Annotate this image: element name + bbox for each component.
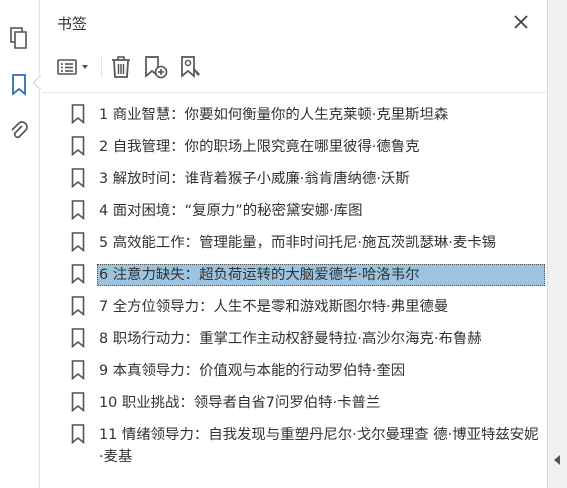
bookmark-icon — [71, 392, 85, 412]
bookmark-item[interactable]: 6 注意力缺失：超负荷运转的大脑爱德华·哈洛韦尔 — [71, 260, 547, 292]
bookmark-item[interactable]: 11 情绪领导力：自我发现与重塑丹尼尔·戈尔曼理查 德·博亚特兹安妮·麦基 — [71, 420, 547, 468]
options-menu-button[interactable] — [55, 53, 93, 81]
bookmark-item[interactable]: 1 商业智慧：你要如何衡量你的人生克莱顿·克里斯坦森 — [71, 100, 547, 132]
bookmark-item[interactable]: 9 本真领导力：价值观与本能的行动罗伯特·奎因 — [71, 356, 547, 388]
close-icon[interactable] — [511, 12, 531, 32]
collapse-arrow-icon[interactable] — [554, 455, 560, 465]
navigation-rail — [0, 0, 40, 488]
bookmark-item[interactable]: 3 解放时间：谁背着猴子小威廉·翁肯唐纳德·沃斯 — [71, 164, 547, 196]
bookmark-item[interactable]: 5 高效能工作：管理能量，而非时间托尼·施瓦茨凯瑟琳·麦卡锡 — [71, 228, 547, 260]
add-bookmark-icon[interactable] — [142, 53, 170, 81]
pages-icon[interactable] — [5, 24, 33, 52]
bookmark-label: 9 本真领导力：价值观与本能的行动罗伯特·奎因 — [99, 363, 406, 379]
bookmark-label: 1 商业智慧：你要如何衡量你的人生克莱顿·克里斯坦森 — [99, 107, 449, 123]
bookmark-icon — [71, 360, 85, 380]
bookmark-icon — [71, 136, 85, 156]
bookmark-list: 1 商业智慧：你要如何衡量你的人生克莱顿·克里斯坦森 2 自我管理：你的职场上限究… — [71, 100, 547, 468]
bookmark-label: 4 面对困境：“复原力”的秘密黛安娜·库图 — [99, 203, 363, 219]
bookmark-properties-icon[interactable] — [178, 53, 206, 81]
panel-collapse-strip[interactable] — [547, 0, 567, 488]
bookmark-label: 10 职业挑战：领导者自省7问罗伯特·卡普兰 — [99, 395, 381, 411]
bookmark-label: 5 高效能工作：管理能量，而非时间托尼·施瓦茨凯瑟琳·麦卡锡 — [99, 235, 497, 251]
bookmark-icon — [71, 264, 85, 284]
bookmark-icon — [71, 328, 85, 348]
bookmark-item[interactable]: 10 职业挑战：领导者自省7问罗伯特·卡普兰 — [71, 388, 547, 420]
bookmark-item[interactable]: 2 自我管理：你的职场上限究竟在哪里彼得·德鲁克 — [71, 132, 547, 164]
toolbar-separator — [101, 56, 102, 78]
toolbar-divider — [41, 92, 547, 93]
bookmarks-panel: 书签 1 商业智慧：你要如何衡量你的人生克莱顿·克里斯坦森 2 自我管理：你的职… — [41, 0, 547, 488]
bookmarks-toolbar — [55, 52, 214, 82]
bookmark-icon — [71, 200, 85, 220]
attachment-icon[interactable] — [5, 117, 33, 145]
bookmark-icon — [71, 232, 85, 252]
delete-bookmark-icon[interactable] — [108, 53, 134, 81]
bookmark-icon — [71, 424, 85, 444]
bookmark-icon — [71, 296, 85, 316]
bookmark-label: 7 全方位领导力：人生不是零和游戏斯图尔特·弗里德曼 — [99, 299, 449, 315]
bookmark-icon[interactable] — [5, 71, 33, 99]
bookmark-item[interactable]: 7 全方位领导力：人生不是零和游戏斯图尔特·弗里德曼 — [71, 292, 547, 324]
bookmark-label: 2 自我管理：你的职场上限究竟在哪里彼得·德鲁克 — [99, 139, 420, 155]
bookmark-label: 11 情绪领导力：自我发现与重塑丹尼尔·戈尔曼理查 德·博亚特兹安妮·麦基 — [99, 427, 539, 465]
bookmark-label: 6 注意力缺失：超负荷运转的大脑爱德华·哈洛韦尔 — [97, 264, 545, 286]
bookmark-icon — [71, 168, 85, 188]
bookmark-item[interactable]: 8 职场行动力：重掌工作主动权舒曼特拉·高沙尔海克·布鲁赫 — [71, 324, 547, 356]
panel-title: 书签 — [57, 15, 88, 33]
bookmark-label: 8 职场行动力：重掌工作主动权舒曼特拉·高沙尔海克·布鲁赫 — [99, 331, 482, 347]
bookmark-icon — [71, 104, 85, 124]
bookmark-item[interactable]: 4 面对困境：“复原力”的秘密黛安娜·库图 — [71, 196, 547, 228]
bookmark-label: 3 解放时间：谁背着猴子小威廉·翁肯唐纳德·沃斯 — [99, 171, 410, 187]
